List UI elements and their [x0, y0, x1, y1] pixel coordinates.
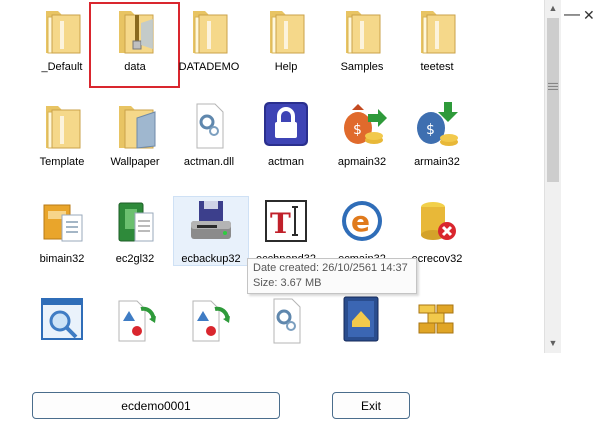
folder-icon — [421, 11, 456, 54]
item-blue-book[interactable] — [325, 295, 399, 347]
item-template-folder[interactable]: Template — [25, 100, 99, 168]
item-label: teetest — [420, 61, 454, 73]
item-teetest-folder[interactable]: teetest — [400, 5, 474, 73]
file-tooltip: Date created: 26/10/2561 14:37 Size: 3.6… — [247, 258, 417, 294]
item-shapes-refresh-2[interactable] — [172, 295, 246, 347]
vertical-scrollbar[interactable]: ▲ — — — ▼ — [544, 0, 561, 353]
item-label: apmain32 — [337, 156, 387, 168]
item-label: Wallpaper — [110, 156, 160, 168]
item-label: data — [124, 61, 146, 73]
dll-gear-icon — [196, 103, 224, 149]
database-error-icon — [421, 202, 456, 240]
icon-view: _Default data DATADEMO Help Samples teet… — [0, 0, 544, 353]
scroll-up-button[interactable]: ▲ — [545, 0, 561, 16]
item-label: actman.dll — [183, 156, 235, 168]
item-wallpaper-folder[interactable]: Wallpaper — [98, 100, 172, 168]
item-apmain32[interactable]: $ apmain32 — [325, 100, 399, 168]
grip-icon: — — — — [548, 78, 558, 95]
folder-icon — [346, 11, 381, 54]
item-datademo-folder[interactable]: DATADEMO — [172, 5, 246, 73]
money-bag-arrow-icon: $ — [344, 104, 387, 144]
item-ec2gl32[interactable]: ec2gl32 — [98, 197, 172, 265]
scroll-down-button[interactable]: ▼ — [545, 335, 561, 351]
item-actman[interactable]: actman — [249, 100, 323, 168]
close-icon[interactable]: ✕ — [583, 7, 595, 24]
floppy-drive-icon — [191, 201, 231, 239]
padlock-icon — [264, 102, 308, 146]
folder-icon — [193, 11, 228, 54]
item-armain32[interactable]: $ armain32 — [400, 100, 474, 168]
svg-text:$: $ — [426, 122, 435, 138]
item-ecrecov32[interactable]: ecrecov32 — [400, 197, 474, 265]
item-ecbackup32[interactable]: ecbackup32 — [173, 196, 249, 266]
item-data-folder[interactable]: data — [98, 5, 172, 73]
item-label: actman — [267, 156, 305, 168]
magnifier-window-icon — [41, 298, 83, 340]
folder-icon — [46, 106, 81, 149]
scroll-thumb[interactable] — [547, 18, 559, 182]
blue-e-icon: e — [342, 201, 382, 241]
item-label: DATADEMO — [178, 61, 240, 73]
money-bag-down-arrow-icon: $ — [417, 102, 458, 146]
item-label: Help — [274, 61, 298, 73]
tooltip-date: Date created: 26/10/2561 14:37 — [253, 262, 408, 274]
exit-button[interactable]: Exit — [332, 392, 410, 419]
item-label: Template — [39, 156, 85, 168]
item-default-folder[interactable]: _Default — [25, 5, 99, 73]
tooltip-size: Size: 3.67 MB — [253, 277, 322, 289]
folder-image-icon — [119, 106, 156, 149]
dll-gear-icon — [273, 298, 301, 344]
minimize-icon[interactable]: — — [564, 6, 580, 24]
item-label: _Default — [41, 61, 83, 73]
svg-text:e: e — [351, 205, 370, 238]
zip-folder-icon — [119, 11, 154, 54]
gold-bars-icon — [418, 304, 454, 334]
item-actman-dll[interactable]: actman.dll — [172, 100, 246, 168]
svg-text:T: T — [270, 207, 291, 240]
svg-text:$: $ — [353, 122, 362, 138]
item-label: armain32 — [414, 156, 460, 168]
item-magnifier-window[interactable] — [25, 295, 99, 347]
item-help-folder[interactable]: Help — [249, 5, 323, 73]
item-label: bimain32 — [39, 253, 85, 265]
shapes-refresh-icon — [118, 300, 156, 342]
blue-book-icon — [343, 296, 379, 342]
text-cursor-icon: T — [265, 200, 307, 242]
item-samples-folder[interactable]: Samples — [325, 5, 399, 73]
item-shapes-refresh-1[interactable] — [98, 295, 172, 347]
box-document-icon — [43, 204, 83, 242]
folder-icon — [46, 11, 81, 54]
item-label: ec2gl32 — [115, 253, 155, 265]
item-dll-file[interactable] — [249, 295, 323, 347]
folder-icon — [270, 11, 305, 54]
shapes-refresh-icon — [192, 300, 230, 342]
item-label: Samples — [340, 61, 384, 73]
green-binder-icon — [118, 202, 154, 242]
item-ecchpand32[interactable]: T ecchpand32 — [249, 197, 323, 265]
item-gold-bars[interactable] — [400, 295, 474, 347]
item-label: ecbackup32 — [181, 253, 241, 265]
company-button[interactable]: ecdemo0001 — [32, 392, 280, 419]
item-ecmain32[interactable]: e ecmain32 — [325, 197, 399, 265]
item-bimain32[interactable]: bimain32 — [25, 197, 99, 265]
